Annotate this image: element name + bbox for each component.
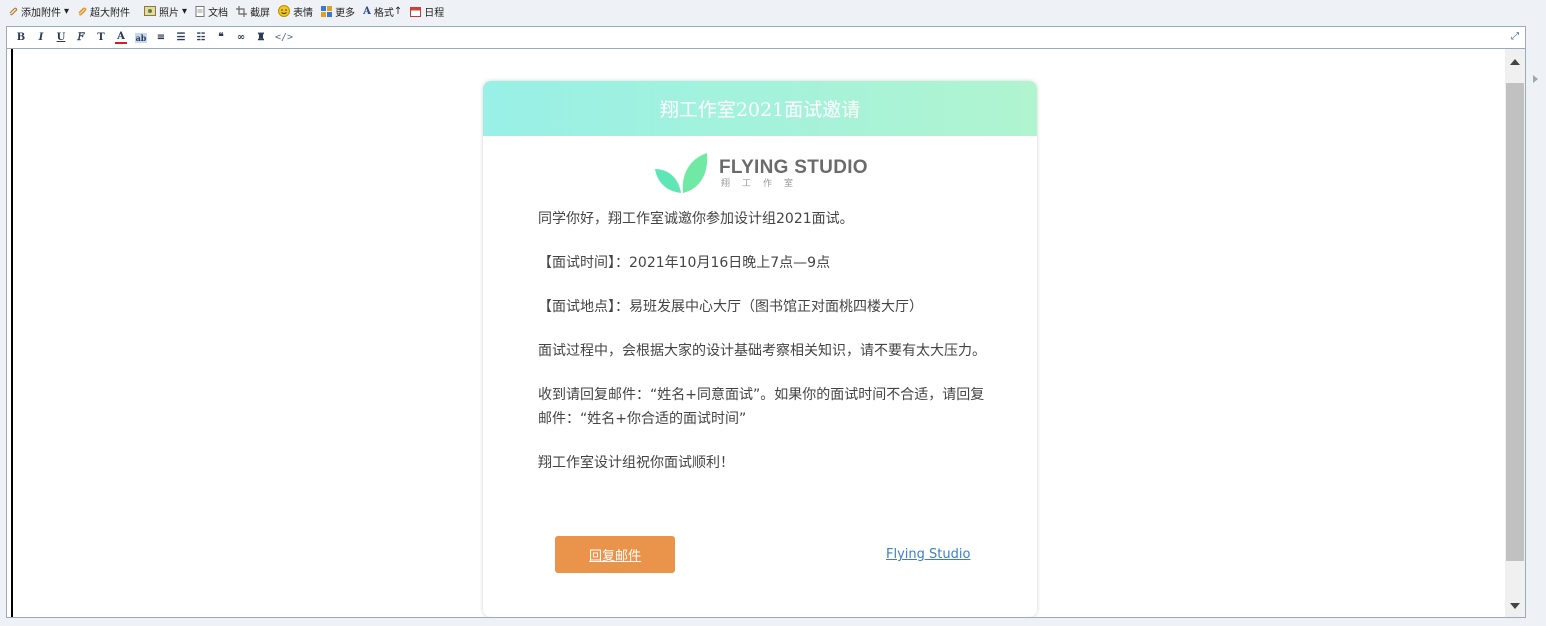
- flying-studio-link[interactable]: Flying Studio: [886, 547, 970, 562]
- greeting-paragraph: 同学你好，翔工作室诚邀你参加设计组2021面试。: [538, 211, 854, 227]
- chevron-down-icon[interactable]: ▾: [64, 6, 69, 17]
- closing-paragraph: 翔工作室设计组祝你面试顺利！: [538, 455, 734, 471]
- calendar-label: 日程: [424, 7, 445, 19]
- interview-process-paragraph: 面试过程中，会根据大家的设计基础考察相关知识，请不要有太大压力。: [538, 343, 986, 359]
- document-label: 文档: [208, 7, 229, 19]
- emoji-label: 表情: [293, 7, 314, 19]
- compose-toolbar: 添加附件 ▾ 超大附件 照片 ▾ 文档 截屏 表情 更多 A 格式 ↑ 日程: [0, 0, 1546, 22]
- format-button[interactable]: A 格式 ↑: [363, 4, 402, 19]
- document-button[interactable]: 文档: [195, 4, 228, 19]
- add-attachment-button[interactable]: 添加附件 ▾: [8, 4, 69, 19]
- font-format-icon: A: [363, 5, 371, 17]
- quote-icon[interactable]: ❝: [215, 32, 227, 43]
- leaf-logo-icon: [655, 153, 708, 193]
- more-label: 更多: [335, 7, 356, 19]
- format-label: 格式: [373, 7, 394, 19]
- align-icon[interactable]: ≡: [155, 32, 167, 43]
- big-attachment-button[interactable]: 超大附件: [77, 4, 130, 19]
- interview-time-paragraph: 【面试时间】：2021年10月16日晚上7点—9点: [538, 255, 831, 271]
- chevron-down-icon[interactable]: ▾: [182, 6, 187, 17]
- logo-english: FLYING STUDIO: [719, 157, 868, 178]
- format-toggle-icon: ↑: [393, 5, 403, 17]
- interview-location-paragraph: 【面试地点】：易班发展中心大厅（图书馆正对面桃四楼大厅）: [538, 299, 923, 315]
- more-button[interactable]: 更多: [321, 4, 355, 19]
- reply-instructions-paragraph: 收到请回复邮件：“姓名+同意面试”。如果你的面试时间不合适，请回复邮件：“姓名+…: [538, 387, 985, 427]
- email-title: 翔工作室2021面试邀请: [659, 99, 861, 121]
- big-attachment-label: 超大附件: [90, 7, 131, 19]
- underline-button[interactable]: U: [55, 32, 67, 43]
- format-toolbar: B I U 𝐹 T A ab ≡ ☰ ☷ ❝ ∞ ♜ </> ⤢: [7, 27, 1525, 49]
- paperclip-icon: [78, 7, 87, 16]
- link-icon[interactable]: ∞: [235, 32, 247, 43]
- photo-button[interactable]: 照片 ▾: [144, 4, 187, 19]
- background-color-icon[interactable]: ab: [135, 32, 147, 43]
- calendar-button[interactable]: 日程: [410, 4, 444, 19]
- email-card: 翔工作室2021面试邀请 FLYING STUDIO 翔工作室 同学你好，翔工作…: [483, 81, 1037, 617]
- studio-logo: FLYING STUDIO 翔工作室: [655, 153, 868, 195]
- add-attachment-label: 添加附件: [21, 7, 61, 19]
- document-icon: [195, 5, 205, 17]
- screenshot-label: 截屏: [250, 7, 271, 19]
- logo-chinese: 翔工作室: [721, 179, 806, 189]
- calendar-icon: [410, 6, 422, 17]
- panel-expand-icon[interactable]: [1533, 75, 1538, 83]
- smiley-icon: [278, 5, 291, 17]
- bold-button[interactable]: B: [15, 32, 27, 43]
- email-message: 同学你好，翔工作室诚邀你参加设计组2021面试。 【面试时间】：2021年10月…: [538, 207, 988, 495]
- vertical-scrollbar[interactable]: [1505, 49, 1525, 617]
- email-header: 翔工作室2021面试邀请: [483, 81, 1037, 136]
- editor-frame: B I U 𝐹 T A ab ≡ ☰ ☷ ❝ ∞ ♜ </> ⤢ 翔工作室202…: [6, 26, 1526, 618]
- photo-label: 照片: [159, 7, 180, 19]
- paperclip-icon: [9, 7, 18, 16]
- scroll-up-icon[interactable]: [1510, 59, 1520, 65]
- expand-icon[interactable]: ⤢: [1511, 31, 1519, 42]
- scrollbar-thumb[interactable]: [1506, 83, 1524, 561]
- grid-icon: [321, 5, 333, 17]
- italic-button[interactable]: I: [35, 32, 47, 43]
- photo-icon: [144, 6, 157, 16]
- code-view-button[interactable]: </>: [275, 32, 293, 43]
- brush-icon[interactable]: ♜: [255, 32, 267, 43]
- screenshot-button[interactable]: 截屏: [236, 4, 270, 19]
- crop-icon: [236, 5, 248, 17]
- emoji-button[interactable]: 表情: [278, 4, 313, 19]
- font-color-icon[interactable]: A: [115, 31, 127, 44]
- scroll-down-icon[interactable]: [1510, 603, 1520, 609]
- numbered-list-icon[interactable]: ☷: [195, 32, 207, 43]
- bullet-list-icon[interactable]: ☰: [175, 32, 187, 43]
- clear-format-icon[interactable]: 𝐹: [75, 32, 87, 43]
- reply-email-button[interactable]: 回复邮件: [555, 536, 675, 573]
- font-size-icon[interactable]: T: [95, 32, 107, 43]
- email-body-area[interactable]: 翔工作室2021面试邀请 FLYING STUDIO 翔工作室 同学你好，翔工作…: [11, 49, 1505, 617]
